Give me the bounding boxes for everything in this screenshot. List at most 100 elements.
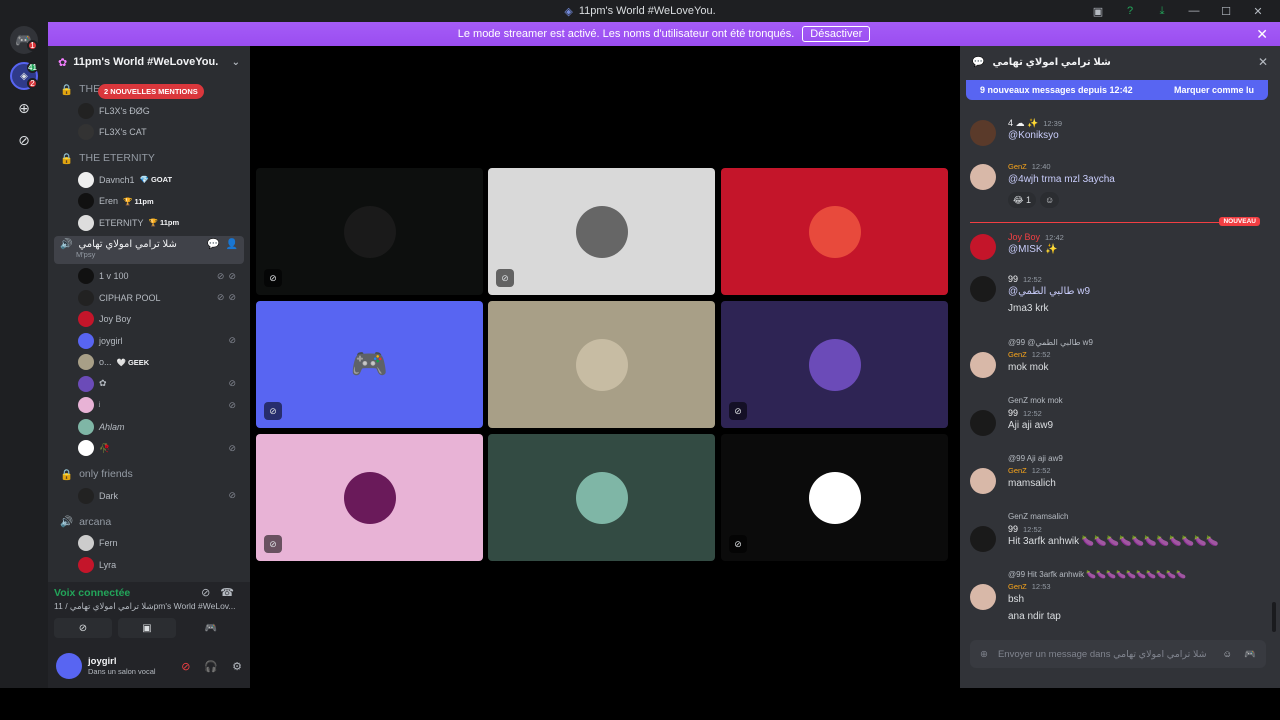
video-tile[interactable] [721,168,948,295]
chat-scrollbar[interactable] [1272,602,1276,632]
maximize-button[interactable]: ☐ [1212,0,1240,22]
video-tile[interactable]: ⊘ [721,301,948,428]
voice-user[interactable]: Ahlam [48,416,250,438]
message-author[interactable]: 4 ☁ ✨ [1008,118,1038,129]
message-avatar[interactable] [970,584,996,610]
voice-user[interactable]: Eren 🏆 11pm [48,191,250,213]
reply-preview[interactable]: GenZ mok mok [1008,396,1063,405]
message-author[interactable]: 99 [1008,408,1018,418]
message-author[interactable]: GenZ [1008,582,1027,591]
close-window-button[interactable]: ✕ [1244,0,1272,22]
message-author[interactable]: GenZ [1008,466,1027,475]
message-author[interactable]: Joy Boy [1008,232,1040,242]
chat-message[interactable]: @99 @طالبي الطمي w9 GenZ 12:52 mok mok [970,338,1260,388]
message-avatar[interactable] [970,276,996,302]
new-mentions-pill[interactable]: 2 NOUVELLES MENTIONS [98,84,204,99]
noise-disconnect-icons[interactable]: ⊘☎ [201,586,244,599]
voice-channel-only-friends[interactable]: 🔒 only friends [48,463,250,485]
voice-status[interactable]: Voix connectée [54,587,130,599]
settings-gear-icon[interactable]: ⚙ [232,660,242,673]
chevron-down-icon[interactable]: ⌄ [232,57,240,68]
server-header[interactable]: ✿ 11pm's World #WeLoveYou. ⌄ [48,46,250,78]
add-reaction-icon[interactable]: ☺ [1040,192,1060,208]
chat-message[interactable]: GenZ mok mok 99 12:52 Aji aji aw9 [970,396,1260,446]
video-tile[interactable]: ⊘ [256,168,483,295]
message-author[interactable]: GenZ [1008,350,1027,359]
voice-user[interactable]: 🥀 ⊘ [48,438,250,460]
video-tile[interactable]: ⊘ [256,434,483,561]
video-tile[interactable]: 🎮 ⊘ [256,301,483,428]
voice-user[interactable]: Lyra [48,554,250,576]
message-timestamp: 12:40 [1031,162,1051,171]
chat-message[interactable]: @99 Aji aji aw9 GenZ 12:52 mamsalich [970,454,1260,504]
voice-user[interactable]: CIPHAR POOL ⊘⊘ [48,287,250,309]
chat-message[interactable]: GenZ 12:40 @4wjh trma mzl 3aycha 😂 1 ☺ [970,162,1260,212]
message-avatar[interactable] [970,352,996,378]
chat-message[interactable]: 99 12:52 @طالبي الطمي w9 Jma3 krk [970,274,1260,324]
voice-user[interactable]: joygirl ⊘ [48,330,250,352]
mute-icon[interactable]: ⊘ [181,660,190,673]
message-timestamp: 12:52 [1023,274,1042,284]
voice-user[interactable]: FL3X's ÐØG [48,100,250,122]
activities-button[interactable]: 🎮 [182,618,240,638]
message-avatar[interactable] [970,526,996,552]
add-server-button[interactable]: ⊕ [10,94,38,122]
chat-message[interactable]: GenZ mamsalich 99 12:52 Hit 3arfk anhwik 🍆🍆… [970,512,1260,562]
chat-icon[interactable]: 💬 [207,239,219,250]
plus-circle-icon[interactable]: ⊕ [980,649,988,660]
close-chat-icon[interactable]: ✕ [1258,55,1268,69]
voice-channel-the-eternity[interactable]: 🔒 THE ETERNITY [48,147,250,169]
video-tile[interactable]: ⊘ [488,168,715,295]
voice-user[interactable]: Davnch1 💎 GOAT [48,169,250,191]
video-tile[interactable] [488,301,715,428]
gamepad-icon[interactable]: 🎮 [1244,649,1256,660]
message-author[interactable]: GenZ [1008,162,1027,171]
active-voice-channel[interactable]: 🔊 شلا ترامي امولاي تهامي 💬 👤 M'psy [54,235,244,264]
camera-toggle-button[interactable]: ⊘ [54,618,112,638]
headphones-icon[interactable]: 🎧 [204,660,218,673]
message-avatar[interactable] [970,234,996,260]
new-messages-bar[interactable]: 9 nouveaux messages depuis 12:42 Marquer… [966,80,1268,100]
voice-user[interactable]: Fern [48,533,250,555]
chat-message[interactable]: @99 Hit 3arfk anhwik 🍆🍆🍆🍆🍆🍆🍆🍆🍆🍆 GenZ 12:53… [970,570,1260,622]
message-author[interactable]: 99 [1008,274,1018,284]
download-icon[interactable]: ⤓ [1148,0,1176,22]
minimize-button[interactable]: — [1180,0,1208,22]
voice-user[interactable]: Dark ⊘ [48,485,250,507]
reply-preview[interactable]: @99 Hit 3arfk anhwik 🍆🍆🍆🍆🍆🍆🍆🍆🍆🍆 [1008,570,1186,579]
voice-location[interactable]: شلا ترامي امولاي تهامي / 11pm's World #W… [54,601,244,612]
discover-button[interactable]: ⊘ [10,126,38,154]
reaction-chip[interactable]: 😂 1 [1008,192,1037,208]
message-avatar[interactable] [970,120,996,146]
message-avatar[interactable] [970,164,996,190]
message-avatar[interactable] [970,468,996,494]
voice-user[interactable]: o... 🤍 GEEK [48,352,250,374]
disable-streamer-button[interactable]: Désactiver [802,26,871,42]
voice-user[interactable]: Joy Boy [48,309,250,331]
message-avatar[interactable] [970,410,996,436]
screen-share-icon[interactable]: ▣ [1084,0,1112,22]
screen-share-button[interactable]: ▣ [118,618,176,638]
voice-user[interactable]: ✿ ⊘ [48,373,250,395]
help-icon[interactable]: ? [1116,0,1144,22]
message-author[interactable]: 99 [1008,524,1018,534]
mark-as-read-button[interactable]: Marquer comme lu [1174,85,1254,95]
voice-user[interactable]: ETERNITY 🏆 11pm [48,212,250,234]
add-member-icon[interactable]: 👤 [226,239,238,250]
reply-preview[interactable]: GenZ mamsalich [1008,512,1068,521]
voice-user[interactable]: 1 v 100 ⊘⊘ [48,266,250,288]
video-tile[interactable] [488,434,715,561]
user-tag: 🏆 11pm [123,196,154,206]
video-tile[interactable]: ⊘ [721,434,948,561]
close-banner-icon[interactable]: ✕ [1256,26,1268,43]
user-avatar[interactable] [56,653,82,679]
chat-message[interactable]: 4 ☁ ✨ 12:39 @Koniksyo [970,118,1260,168]
voice-user[interactable]: ʲ ⊘ [48,395,250,417]
message-input[interactable]: ⊕ Envoyer un message dans شلا ترامي امول… [970,640,1266,668]
user-name[interactable]: joygirl [88,656,156,667]
reply-preview[interactable]: @99 Aji aji aw9 [1008,454,1063,463]
emoji-icon[interactable]: ☺ [1222,649,1232,660]
voice-user[interactable]: FL3X's CAT [48,122,250,144]
voice-channel-arcana[interactable]: 🔊 arcana [48,511,250,533]
reply-preview[interactable]: @99 @طالبي الطمي w9 [1008,338,1093,347]
